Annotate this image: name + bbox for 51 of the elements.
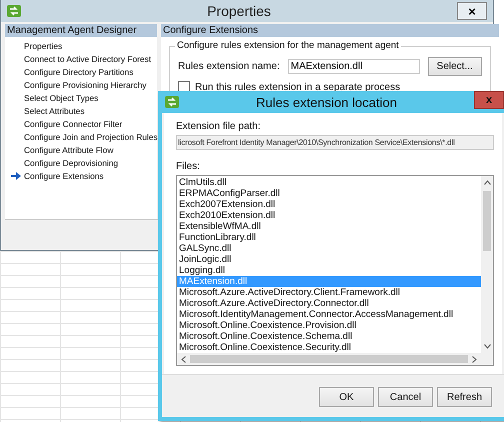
- file-item[interactable]: JoinLogic.dll: [177, 254, 481, 265]
- file-item[interactable]: ExtensibleWfMA.dll: [177, 221, 481, 232]
- file-item[interactable]: ERPMAConfigParser.dll: [177, 188, 481, 199]
- dialog-title: Rules extension location: [255, 94, 398, 110]
- close-button[interactable]: ×: [457, 2, 487, 20]
- dialog-button[interactable]: Cancel: [378, 387, 433, 407]
- field-label: Rules extension name:: [178, 61, 280, 72]
- input-field[interactable]: MAExtension.dll: [288, 59, 420, 74]
- path-field[interactable]: licrosoft Forefront Identity Manager\2010\Synchronization Service\Extensions\*.dll: [176, 135, 494, 150]
- file-item[interactable]: Microsoft.Azure.ActiveDirectory.Client.Framework.dll: [177, 287, 481, 298]
- sidebar-item[interactable]: Configure Attribute Flow: [5, 145, 114, 155]
- file-list[interactable]: [176, 175, 494, 366]
- file-item[interactable]: Microsoft.Online.Coexistence.Provision.dll: [177, 320, 481, 331]
- arrow-icon: [11, 172, 21, 180]
- app-icon: [7, 5, 21, 17]
- sidebar-item[interactable]: Configure Provisioning Hierarchy: [5, 80, 146, 90]
- horizontal-scrollbar[interactable]: [177, 353, 493, 365]
- select-button[interactable]: Select...: [428, 57, 482, 76]
- file-item[interactable]: Microsoft.Azure.ActiveDirectory.Connector.dll: [177, 298, 481, 309]
- vertical-scrollbar[interactable]: [481, 176, 493, 353]
- sidebar-item[interactable]: Properties: [5, 41, 62, 51]
- sidebar-item[interactable]: Select Object Types: [5, 93, 98, 103]
- dialog-button[interactable]: Refresh: [437, 387, 492, 407]
- window-title: Properties: [206, 3, 272, 19]
- file-item[interactable]: Logging.dll: [177, 265, 481, 276]
- file-item[interactable]: Exch2007Extension.dll: [177, 199, 481, 210]
- close-button[interactable]: x: [474, 91, 504, 109]
- file-item[interactable]: Microsoft.IdentityManagement.Connector.AccessManagement.dll: [177, 309, 481, 320]
- scrollbar-thumb[interactable]: [190, 355, 468, 363]
- file-item[interactable]: Exch2010Extension.dll: [177, 210, 481, 221]
- file-item[interactable]: Microsoft.Online.Coexistence.Security.dll: [177, 342, 481, 353]
- sidebar-item[interactable]: Configure Extensions: [5, 171, 104, 181]
- files-label: Files:: [176, 161, 200, 172]
- file-item[interactable]: FunctionLibrary.dll: [177, 232, 481, 243]
- dialog-button[interactable]: OK: [319, 387, 374, 407]
- app-icon: [165, 96, 179, 108]
- sidebar-item[interactable]: Configure Deprovisioning: [5, 158, 118, 168]
- file-item[interactable]: Microsoft.Online.Coexistence.Schema.dll: [177, 331, 481, 342]
- scrollbar-thumb[interactable]: [483, 191, 491, 251]
- file-item[interactable]: GALSync.dll: [177, 243, 481, 254]
- sidebar-item[interactable]: Connect to Active Directory Forest: [5, 54, 152, 64]
- group-title: Configure rules extension for the management agent: [175, 40, 401, 51]
- sidebar-item[interactable]: Select Attributes: [5, 106, 85, 116]
- file-item[interactable]: ClmUtils.dll: [177, 177, 481, 188]
- sidebar-item[interactable]: Configure Join and Projection Rules: [5, 132, 158, 142]
- sidebar-item[interactable]: Configure Connector Filter: [5, 119, 122, 129]
- sidebar-item[interactable]: Configure Directory Partitions: [5, 67, 134, 77]
- sidebar-header: Management Agent Designer: [5, 24, 157, 38]
- panel-header: Configure Extensions: [161, 24, 499, 38]
- path-label: Extension file path:: [176, 121, 260, 132]
- checkbox-label: Run this rules extension in a separate process: [195, 82, 400, 92]
